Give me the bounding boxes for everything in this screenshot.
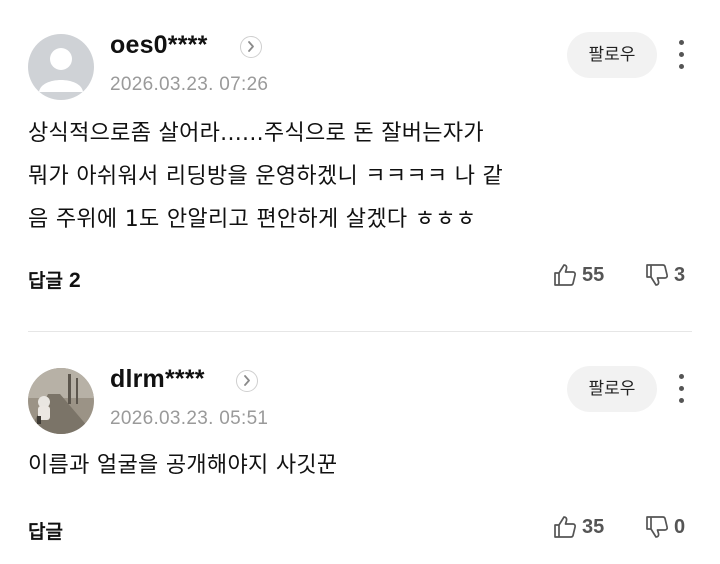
- comment-text: 이름과 얼굴을 공개해야지 사깃꾼: [28, 444, 698, 487]
- thumbs-down-icon: [646, 264, 669, 286]
- more-options-icon[interactable]: [671, 372, 691, 406]
- comment-text-line: 이름과 얼굴을 공개해야지 사깃꾼: [28, 453, 338, 478]
- thumbs-down-icon: [646, 516, 669, 538]
- username[interactable]: oes0****: [110, 31, 208, 60]
- avatar[interactable]: [28, 34, 94, 100]
- like-count: 35: [582, 515, 605, 538]
- chevron-right-icon[interactable]: [240, 36, 262, 58]
- reply-label: 답글: [28, 521, 63, 543]
- dislike-count: 3: [674, 263, 686, 286]
- timestamp: 2026.03.23. 05:51: [110, 408, 269, 429]
- dislike-count: 0: [674, 515, 686, 538]
- like-count: 55: [582, 263, 605, 286]
- comment-item: oes0**** 2026.03.23. 07:26 팔로우 상식적으로좀 살어…: [0, 0, 720, 330]
- avatar[interactable]: [28, 368, 94, 434]
- chevron-right-icon[interactable]: [236, 370, 258, 392]
- comment-item: dlrm**** 2026.03.23. 05:51 팔로우 이름과 얼굴을 공…: [0, 334, 720, 564]
- comment-text-line: 뭐가 아쉬워서 리딩방을 운영하겠니 ㅋㅋㅋㅋ 나 같: [28, 164, 504, 189]
- comment-text: 상식적으로좀 살어라......주식으로 돈 잘버는자가 뭐가 아쉬워서 리딩방…: [28, 112, 698, 241]
- comment-text-line: 상식적으로좀 살어라......주식으로 돈 잘버는자가: [28, 121, 484, 146]
- username[interactable]: dlrm****: [110, 365, 205, 394]
- default-person-icon: [28, 34, 94, 100]
- dislike-button[interactable]: 3: [644, 262, 685, 288]
- reply-count: 2: [68, 269, 81, 292]
- reply-label: 답글: [28, 270, 63, 292]
- follow-button[interactable]: 팔로우: [567, 32, 657, 78]
- thumbs-up-icon: [554, 516, 577, 538]
- follow-button[interactable]: 팔로우: [567, 366, 657, 412]
- photo-avatar: [28, 368, 94, 434]
- reply-button[interactable]: 답글 2: [28, 266, 81, 293]
- more-options-icon[interactable]: [671, 38, 691, 72]
- reply-button[interactable]: 답글: [28, 517, 63, 544]
- comment-text-line: 음 주위에 1도 안알리고 편안하게 살겠다 ㅎㅎㅎ: [28, 207, 477, 232]
- timestamp: 2026.03.23. 07:26: [110, 74, 269, 95]
- thumbs-up-icon: [554, 264, 577, 286]
- dislike-button[interactable]: 0: [644, 514, 685, 540]
- like-button[interactable]: 55: [552, 262, 604, 288]
- like-button[interactable]: 35: [552, 514, 604, 540]
- divider: [28, 331, 692, 332]
